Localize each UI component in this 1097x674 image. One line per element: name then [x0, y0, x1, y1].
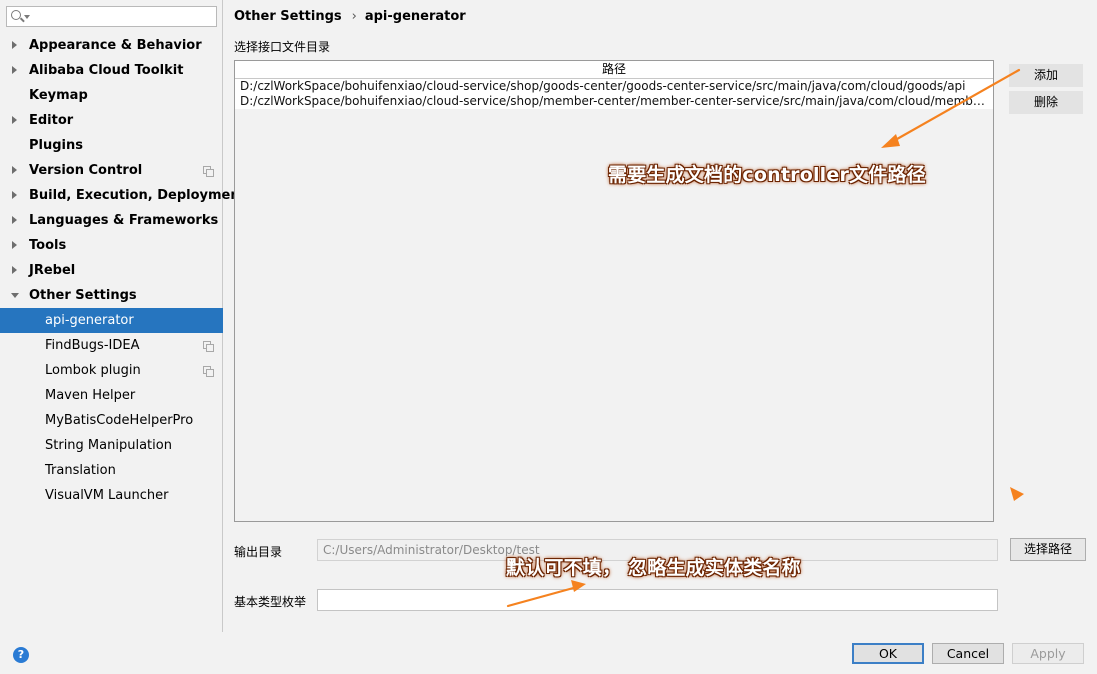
- sidebar-item-label: FindBugs-IDEA: [45, 338, 140, 353]
- chevron-down-icon[interactable]: [11, 293, 19, 298]
- settings-sidebar: Appearance & Behavior Alibaba Cloud Toolk…: [0, 0, 246, 632]
- chevron-right-icon[interactable]: [12, 266, 17, 274]
- sidebar-item-label: Editor: [29, 113, 74, 128]
- chevron-right-icon[interactable]: [12, 66, 17, 74]
- sidebar-item-keymap[interactable]: Keymap: [0, 83, 223, 108]
- cancel-button[interactable]: Cancel: [932, 643, 1004, 664]
- sidebar-item-api-generator[interactable]: api-generator: [0, 308, 223, 333]
- sidebar-item-mybatiscodehelperpro[interactable]: MyBatisCodeHelperPro: [0, 408, 223, 433]
- search-options-dropdown-icon[interactable]: [24, 15, 30, 19]
- sidebar-item-label: Appearance & Behavior: [29, 38, 202, 53]
- breadcrumb: Other Settings › api-generator: [234, 8, 466, 26]
- sidebar-item-string-manipulation[interactable]: String Manipulation: [0, 433, 223, 458]
- project-level-icon: [203, 341, 214, 352]
- sidebar-item-label: JRebel: [29, 263, 76, 278]
- sidebar-item-jrebel[interactable]: JRebel: [0, 258, 223, 283]
- add-button[interactable]: 添加: [1009, 64, 1083, 87]
- sidebar-item-lombok-plugin[interactable]: Lombok plugin: [0, 358, 223, 383]
- sidebar-item-version-control[interactable]: Version Control: [0, 158, 223, 183]
- sidebar-item-visualvm-launcher[interactable]: VisualVM Launcher: [0, 483, 223, 508]
- sidebar-item-label: Build, Execution, Deployment: [29, 188, 246, 203]
- enum-field[interactable]: [317, 589, 998, 611]
- output-dir-label: 输出目录: [234, 545, 283, 559]
- sidebar-item-label: Maven Helper: [45, 388, 136, 403]
- delete-button[interactable]: 删除: [1009, 91, 1083, 114]
- table-body: D:/czlWorkSpace/bohuifenxiao/cloud-servi…: [235, 79, 993, 109]
- sidebar-item-label: VisualVM Launcher: [45, 488, 169, 503]
- search-icon: [11, 10, 21, 20]
- ok-button[interactable]: OK: [852, 643, 924, 664]
- sidebar-item-tools[interactable]: Tools: [0, 233, 223, 258]
- choose-path-button[interactable]: 选择路径: [1010, 538, 1086, 561]
- sidebar-item-label: Keymap: [29, 88, 88, 103]
- annotation-top: 需要生成文档的controller文件路径: [608, 164, 926, 186]
- chevron-right-icon[interactable]: [12, 191, 17, 199]
- sidebar-item-findbugs-idea[interactable]: FindBugs-IDEA: [0, 333, 223, 358]
- annotation-stray-arrowhead: [1010, 487, 1024, 501]
- sidebar-item-alibaba-cloud-toolkit[interactable]: Alibaba Cloud Toolkit: [0, 58, 223, 83]
- sidebar-item-other-settings[interactable]: Other Settings: [0, 283, 223, 308]
- breadcrumb-current: api-generator: [364, 9, 466, 24]
- table-row[interactable]: D:/czlWorkSpace/bohuifenxiao/cloud-servi…: [235, 94, 993, 109]
- sidebar-item-editor[interactable]: Editor: [0, 108, 223, 133]
- table-row[interactable]: D:/czlWorkSpace/bohuifenxiao/cloud-servi…: [235, 79, 993, 94]
- sidebar-item-translation[interactable]: Translation: [0, 458, 223, 483]
- sidebar-item-label: Tools: [29, 238, 67, 253]
- help-icon[interactable]: ?: [13, 647, 29, 663]
- sidebar-item-label: Lombok plugin: [45, 363, 141, 378]
- dialog-footer: ? OK Cancel Apply: [0, 632, 1097, 674]
- sidebar-item-label: Alibaba Cloud Toolkit: [29, 63, 184, 78]
- sidebar-item-build-execution-deployment[interactable]: Build, Execution, Deployment: [0, 183, 246, 208]
- sidebar-item-label: Version Control: [29, 163, 143, 178]
- sidebar-item-plugins[interactable]: Plugins: [0, 133, 223, 158]
- chevron-right-icon[interactable]: [12, 116, 17, 124]
- project-level-icon: [203, 366, 214, 377]
- sidebar-item-maven-helper[interactable]: Maven Helper: [0, 383, 223, 408]
- chevron-right-icon[interactable]: [12, 241, 17, 249]
- apply-button[interactable]: Apply: [1012, 643, 1084, 664]
- chevron-right-icon[interactable]: [12, 166, 17, 174]
- chevron-right-icon[interactable]: [12, 41, 17, 49]
- breadcrumb-separator: ›: [351, 9, 357, 24]
- sidebar-item-appearance-behavior[interactable]: Appearance & Behavior: [0, 33, 223, 58]
- sidebar-item-label: api-generator: [45, 313, 134, 328]
- section-title: 选择接口文件目录: [234, 40, 331, 54]
- chevron-right-icon[interactable]: [12, 216, 17, 224]
- enum-label: 基本类型枚举: [234, 595, 307, 609]
- path-table[interactable]: 路径 D:/czlWorkSpace/bohuifenxiao/cloud-se…: [234, 60, 994, 522]
- table-header-path[interactable]: 路径: [235, 61, 993, 79]
- sidebar-item-label: Languages & Frameworks: [29, 213, 219, 228]
- annotation-bottom: 默认可不填， 忽略生成实体类名称: [506, 557, 801, 579]
- breadcrumb-parent[interactable]: Other Settings: [234, 9, 342, 24]
- sidebar-item-languages-frameworks[interactable]: Languages & Frameworks: [0, 208, 223, 233]
- sidebar-item-label: MyBatisCodeHelperPro: [45, 413, 194, 428]
- sidebar-item-label: Translation: [45, 463, 116, 478]
- settings-tree: Appearance & Behavior Alibaba Cloud Toolk…: [0, 33, 246, 508]
- sidebar-item-label: Other Settings: [29, 288, 137, 303]
- project-level-icon: [203, 166, 214, 177]
- settings-search-input[interactable]: [6, 6, 217, 27]
- sidebar-item-label: String Manipulation: [45, 438, 172, 453]
- sidebar-item-label: Plugins: [29, 138, 83, 153]
